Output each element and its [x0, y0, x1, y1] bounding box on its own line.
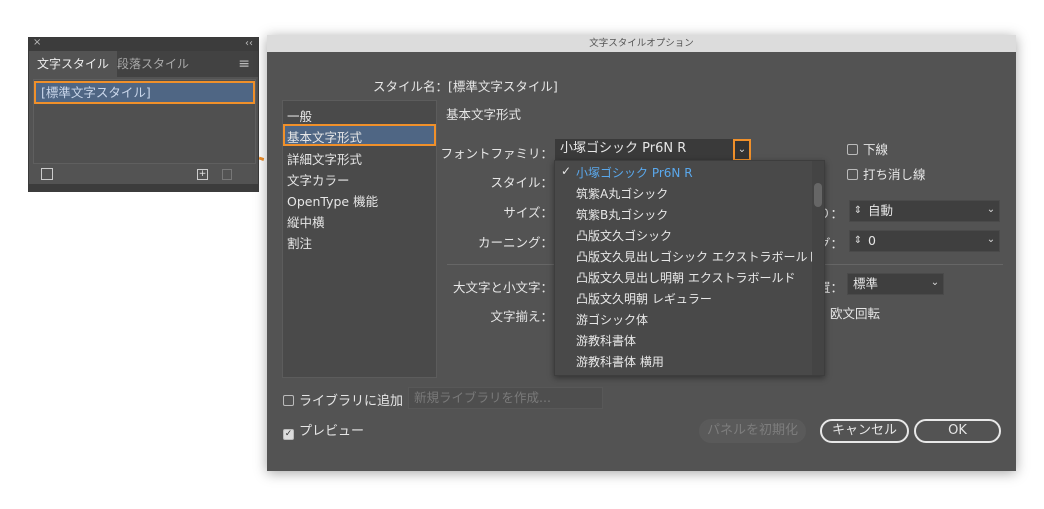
new-style-icon[interactable]: +	[197, 169, 208, 180]
tab-paragraph-styles[interactable]: 段落スタイル	[109, 51, 197, 77]
close-icon[interactable]: ×	[33, 37, 41, 48]
underline-checkbox[interactable]: 下線	[847, 139, 888, 158]
strikethrough-label: 打ち消し線	[863, 167, 926, 182]
category-tate-chu-yoko[interactable]: 縦中横	[287, 212, 325, 231]
scrollbar-thumb[interactable]	[814, 183, 822, 207]
load-styles-icon[interactable]	[41, 168, 53, 180]
panel-menu-icon[interactable]: ≡	[230, 51, 258, 77]
font-option[interactable]: 游教科書体	[576, 332, 636, 349]
category-basic-character-formats[interactable]: 基本文字形式	[287, 127, 362, 146]
panel-footer: +	[29, 166, 258, 186]
collapse-icon[interactable]: ‹‹	[245, 38, 253, 49]
section-title: 基本文字形式	[446, 107, 522, 122]
add-to-library-label: ライブラリに追加	[299, 394, 404, 409]
leading-stepper[interactable]: ⇕	[849, 200, 867, 222]
font-option[interactable]: 凸版文久ゴシック	[576, 227, 672, 244]
panel-resize-grip[interactable]	[29, 184, 258, 192]
font-option[interactable]: 筑紫B丸ゴシック	[576, 206, 668, 223]
leading-value: 自動	[868, 203, 894, 218]
font-option[interactable]: 凸版文久明朝 レギュラー	[576, 290, 712, 307]
category-opentype[interactable]: OpenType 機能	[287, 191, 378, 210]
position-dropdown-icon[interactable]: ⌄	[926, 273, 944, 293]
kerning-label: カーニング：	[477, 235, 553, 250]
case-label: 大文字と小文字：	[452, 280, 553, 295]
tracking-value: 0	[868, 233, 876, 248]
panel-tabs: 文字スタイル 段落スタイル ≡	[29, 51, 258, 77]
trash-icon	[222, 169, 232, 180]
category-warichu[interactable]: 割注	[287, 233, 312, 252]
library-select: 新規ライブラリを作成...	[408, 387, 603, 409]
character-style-options-dialog: 文字スタイルオプション スタイル名： [標準文字スタイル] 一般 基本文字形式 …	[267, 35, 1016, 471]
font-option[interactable]: 小塚ゴシック Pr6N R	[576, 164, 693, 181]
align-label: 文字揃え：	[490, 309, 553, 324]
font-option[interactable]: 凸版文久見出し明朝 エクストラボールド	[576, 269, 795, 286]
tracking-dropdown-icon[interactable]: ⌄	[982, 230, 1000, 250]
preview-label: プレビュー	[299, 424, 365, 439]
category-list: 一般 基本文字形式 詳細文字形式 文字カラー OpenType 機能 縦中横 割…	[282, 100, 437, 378]
scrollbar[interactable]	[812, 161, 824, 375]
tab-character-styles[interactable]: 文字スタイル	[29, 51, 118, 77]
cancel-button[interactable]: キャンセル	[820, 419, 909, 443]
leading-dropdown-icon[interactable]: ⌄	[982, 200, 1000, 220]
style-item-standard[interactable]: [標準文字スタイル]	[34, 81, 255, 104]
font-family-dropdown-button[interactable]: ⌄	[733, 139, 751, 161]
category-character-color[interactable]: 文字カラー	[287, 170, 350, 189]
ok-button[interactable]: OK	[914, 419, 1001, 443]
font-option[interactable]: 筑紫A丸ゴシック	[576, 185, 668, 202]
rotate-roman-label: 欧文回転	[830, 306, 881, 321]
category-general[interactable]: 一般	[287, 106, 312, 125]
strikethrough-checkbox[interactable]: 打ち消し線	[847, 164, 926, 183]
size-label: サイズ：	[503, 205, 553, 220]
style-name-label: スタイル名：	[372, 79, 448, 94]
character-styles-panel: × ‹‹ 文字スタイル 段落スタイル ≡ [標準文字スタイル] +	[28, 37, 259, 192]
style-name-value: [標準文字スタイル]	[448, 79, 558, 94]
add-to-library-checkbox[interactable]: ライブラリに追加	[283, 390, 403, 409]
category-advanced-character-formats[interactable]: 詳細文字形式	[287, 149, 362, 168]
underline-label: 下線	[863, 142, 889, 157]
tracking-field[interactable]: 0	[849, 230, 1000, 252]
position-value: 標準	[853, 276, 879, 291]
style-label: スタイル：	[490, 175, 553, 190]
leading-field[interactable]: 自動	[849, 200, 1000, 222]
font-family-label: フォントファミリ：	[440, 146, 553, 161]
font-option[interactable]: 凸版文久見出しゴシック エクストラボールド	[576, 248, 819, 265]
font-family-dropdown-list: ✓ 小塚ゴシック Pr6N R 筑紫A丸ゴシック 筑紫B丸ゴシック 凸版文久ゴシ…	[554, 160, 825, 376]
checkmark-icon: ✓	[561, 164, 572, 178]
reset-panel-button: パネルを初期化	[699, 419, 806, 443]
panel-titlebar: × ‹‹	[29, 37, 258, 51]
preview-checkbox[interactable]: ✓ プレビュー	[283, 420, 364, 440]
tracking-stepper[interactable]: ⇕	[849, 230, 867, 252]
font-option[interactable]: 游ゴシック体	[576, 311, 648, 328]
dialog-title: 文字スタイルオプション	[267, 35, 1016, 52]
font-option[interactable]: 游教科書体 横用	[576, 353, 664, 370]
font-family-field[interactable]: 小塚ゴシック Pr6N R	[555, 139, 751, 161]
